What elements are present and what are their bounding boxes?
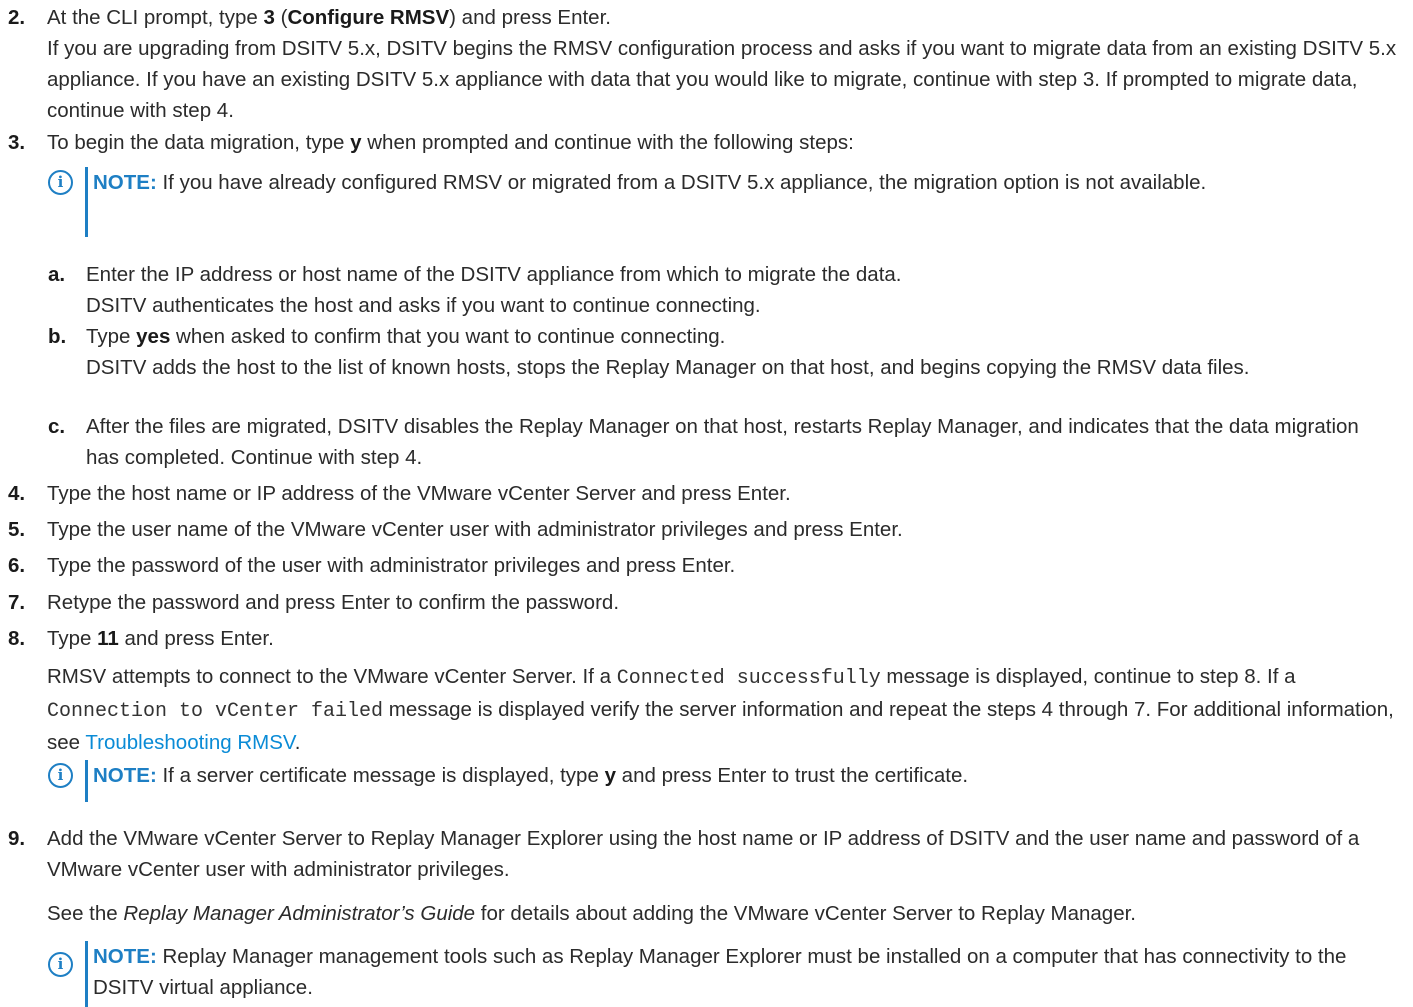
guide-title: Replay Manager Administrator’s Guide bbox=[123, 902, 476, 925]
step-body: At the CLI prompt, type 3 (Configure RMS… bbox=[47, 2, 1405, 126]
note-text: NOTE: If you have already configured RMS… bbox=[93, 171, 1207, 194]
note-divider bbox=[85, 760, 88, 802]
step-instruction: To begin the data migration, type y when… bbox=[47, 131, 854, 154]
step-number: 8. bbox=[8, 627, 26, 650]
step-instruction: Type the host name or IP address of the … bbox=[47, 482, 791, 505]
substep-instruction: Enter the IP address or host name of the… bbox=[86, 263, 902, 286]
substep-description: DSITV adds the host to the list of known… bbox=[86, 356, 1250, 379]
step-instruction: Retype the password and press Enter to c… bbox=[47, 591, 620, 614]
step-instruction: At the CLI prompt, type 3 (Configure RMS… bbox=[47, 6, 611, 29]
note-text: NOTE: If a server certificate message is… bbox=[93, 764, 969, 787]
code-connected-successfully: Connected successfully bbox=[616, 667, 881, 690]
step-description: RMSV attempts to connect to the VMware v… bbox=[47, 665, 1394, 754]
note-divider bbox=[85, 941, 88, 1007]
step-number: 6. bbox=[8, 554, 26, 577]
step-number: 7. bbox=[8, 591, 26, 614]
step-number: 4. bbox=[8, 482, 26, 505]
substep-description: DSITV authenticates the host and asks if… bbox=[86, 294, 761, 317]
step-instruction: Type the password of the user with admin… bbox=[47, 554, 736, 577]
substep-letter: b. bbox=[48, 325, 67, 348]
step-number: 5. bbox=[8, 518, 26, 541]
info-circle-icon: i bbox=[48, 170, 73, 195]
step-instruction: Add the VMware vCenter Server to Replay … bbox=[47, 827, 1360, 881]
step-description: If you are upgrading from DSITV 5.x, DSI… bbox=[47, 37, 1397, 122]
step-description: See the Replay Manager Administrator’s G… bbox=[47, 902, 1136, 925]
step-number: 2. bbox=[8, 6, 26, 29]
step-number: 9. bbox=[8, 827, 26, 850]
note-tools: i NOTE: Replay Manager management tools … bbox=[47, 941, 1383, 1007]
substep-body: Enter the IP address or host name of the… bbox=[86, 259, 1383, 321]
step-instruction: Type 11 and press Enter. bbox=[47, 627, 274, 650]
step-number: 3. bbox=[8, 131, 26, 154]
code-connection-failed: Connection to vCenter failed bbox=[47, 700, 384, 723]
substep-body: Type yes when asked to confirm that you … bbox=[86, 321, 1383, 383]
note-certificate: i NOTE: If a server certificate message … bbox=[47, 760, 1383, 802]
substep-instruction: Type yes when asked to confirm that you … bbox=[86, 325, 726, 348]
note-text: NOTE: Replay Manager management tools su… bbox=[93, 945, 1347, 999]
substep-letter: c. bbox=[48, 415, 66, 438]
substep-letter: a. bbox=[48, 263, 66, 286]
substep-body: After the files are migrated, DSITV disa… bbox=[86, 415, 1359, 469]
step-instruction: Type the user name of the VMware vCenter… bbox=[47, 518, 903, 541]
note-migration: i NOTE: If you have already configured R… bbox=[47, 167, 1383, 237]
info-circle-icon: i bbox=[48, 763, 73, 788]
troubleshooting-rmsv-link[interactable]: Troubleshooting RMSV bbox=[85, 731, 294, 754]
note-divider bbox=[85, 167, 88, 237]
info-circle-icon: i bbox=[48, 952, 73, 977]
